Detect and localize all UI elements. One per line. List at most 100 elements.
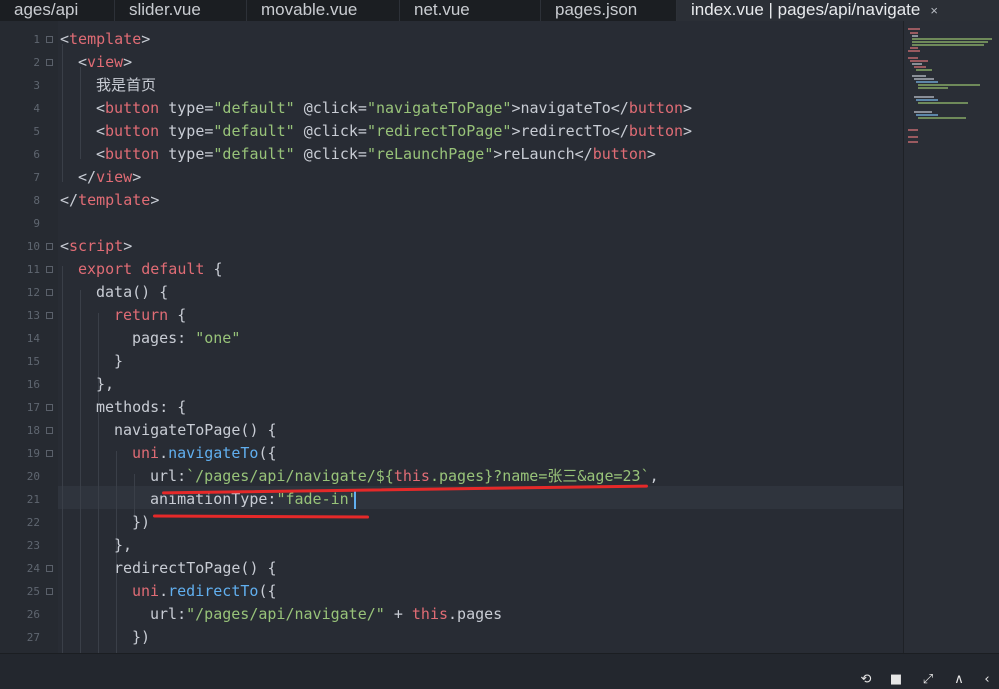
tab-movable-vue[interactable]: movable.vue (247, 0, 400, 21)
minimap-line (918, 117, 966, 119)
code-text: <button type="default" @click="reLaunchP… (96, 145, 656, 163)
minimap-line (914, 78, 934, 80)
token: pages: (132, 329, 196, 347)
code-text: navigateToPage() { (114, 419, 277, 442)
token: type= (159, 145, 214, 163)
token: "navigateToPage" (366, 99, 512, 117)
tab-bar: ages/api slider.vue movable.vue net.vue … (0, 0, 999, 21)
minimap-line (916, 114, 938, 116)
code-text: redirectToPage() { (114, 557, 277, 580)
token: methods: { (96, 398, 187, 416)
code-line: 20 url:`/pages/api/navigate/${this.pages}… (0, 465, 903, 488)
code-text: <button type="default" @click="redirectT… (96, 122, 693, 140)
token: @click= (294, 99, 367, 117)
minimap[interactable] (903, 21, 999, 653)
token: , (649, 467, 659, 485)
token: }) (132, 513, 151, 531)
code-line: 18 navigateToPage() { (0, 419, 903, 442)
line-number: 27 (26, 631, 40, 644)
text-cursor (354, 490, 356, 509)
token: > (141, 30, 151, 48)
code-line: 14 pages: "one" (0, 327, 903, 350)
line-number: 26 (26, 608, 40, 621)
line-number: 5 (33, 125, 40, 138)
refresh-icon[interactable]: ⟲ (858, 673, 874, 687)
code-line: 27}) (0, 626, 903, 649)
line-number: 17 (26, 401, 40, 414)
token: "one" (195, 329, 241, 347)
minimap-line (916, 81, 938, 83)
minimap-line (908, 129, 918, 131)
code-text: <button type="default" @click="navigateT… (96, 99, 693, 117)
line-number: 16 (26, 378, 40, 391)
fold-icon[interactable] (46, 59, 53, 66)
code-line: 26 url:"/pages/api/navigate/" + this.page… (0, 603, 903, 626)
line-number: 10 (26, 240, 40, 253)
code-line: 2 <view> (0, 51, 903, 74)
code-line: 6 <button type="default" @click="reLaunch… (0, 143, 903, 166)
minimap-line (912, 44, 984, 46)
tab-net-vue[interactable]: net.vue (400, 0, 541, 21)
token: redirectTo (520, 122, 611, 140)
chevron-left-icon[interactable]: ‹ (979, 673, 995, 687)
fold-icon[interactable] (46, 312, 53, 319)
expand-icon[interactable]: ⤢ (920, 673, 936, 687)
line-number: 2 (33, 56, 40, 69)
fold-icon[interactable] (46, 289, 53, 296)
token: < (78, 53, 88, 71)
fold-icon[interactable] (46, 266, 53, 273)
line-number: 15 (26, 355, 40, 368)
minimap-line (918, 102, 968, 104)
token: url: (150, 605, 187, 623)
code-line: 9 (0, 212, 903, 235)
minimap-line (916, 99, 938, 101)
code-text: data() { (96, 281, 168, 304)
token: "default" (213, 99, 295, 117)
minimap-line (910, 47, 918, 49)
minimap-line (912, 41, 988, 43)
tab-pages-api[interactable]: ages/api (0, 0, 115, 21)
chevron-up-icon[interactable]: ∧ (951, 673, 967, 687)
close-icon[interactable]: × (930, 3, 938, 18)
minimap-line (914, 111, 932, 113)
line-number: 14 (26, 332, 40, 345)
token: template (78, 191, 151, 209)
token: return (114, 306, 169, 324)
minimap-line (918, 87, 948, 89)
minimap-line (914, 96, 934, 98)
code-text: </template> (60, 191, 160, 209)
fold-icon[interactable] (46, 404, 53, 411)
fold-icon[interactable] (46, 450, 53, 457)
fold-icon[interactable] (46, 427, 53, 434)
tab-pages-json[interactable]: pages.json (541, 0, 677, 21)
tab-label: ages/api (14, 0, 79, 19)
line-number: 4 (33, 102, 40, 115)
tab-label: index.vue | pages/api/navigate (691, 0, 921, 19)
code-text: <view> (78, 51, 132, 74)
minimap-line (908, 28, 920, 30)
fold-icon[interactable] (46, 36, 53, 43)
code-line: 13 return { (0, 304, 903, 327)
token: .pages}?name=张三&age=23` (429, 467, 650, 485)
token: } (114, 352, 124, 370)
line-number: 8 (33, 194, 40, 207)
code-text: return { (114, 304, 186, 327)
code-text: }) (132, 626, 150, 649)
code-line: 17 methods: { (0, 396, 903, 419)
stop-icon[interactable]: ■ (888, 673, 904, 687)
code-line: 15} (0, 350, 903, 373)
token: }) (132, 628, 151, 646)
code-line: 11 export default { (0, 258, 903, 281)
line-number: 11 (26, 263, 40, 276)
token: @click= (294, 145, 367, 163)
tab-index-vue[interactable]: index.vue | pages/api/navigate × (677, 0, 999, 21)
code-line: 4 <button type="default" @click="navigate… (0, 97, 903, 120)
tab-slider-vue[interactable]: slider.vue (115, 0, 247, 21)
code-editor[interactable]: 1 <template> 2 <view> 3 我是首页 4 <button type=… (0, 21, 903, 653)
fold-icon[interactable] (46, 588, 53, 595)
code-line: 5 <button type="default" @click="redirect… (0, 120, 903, 143)
token: "reLaunchPage" (366, 145, 494, 163)
fold-icon[interactable] (46, 243, 53, 250)
minimap-line (912, 63, 922, 65)
fold-icon[interactable] (46, 565, 53, 572)
